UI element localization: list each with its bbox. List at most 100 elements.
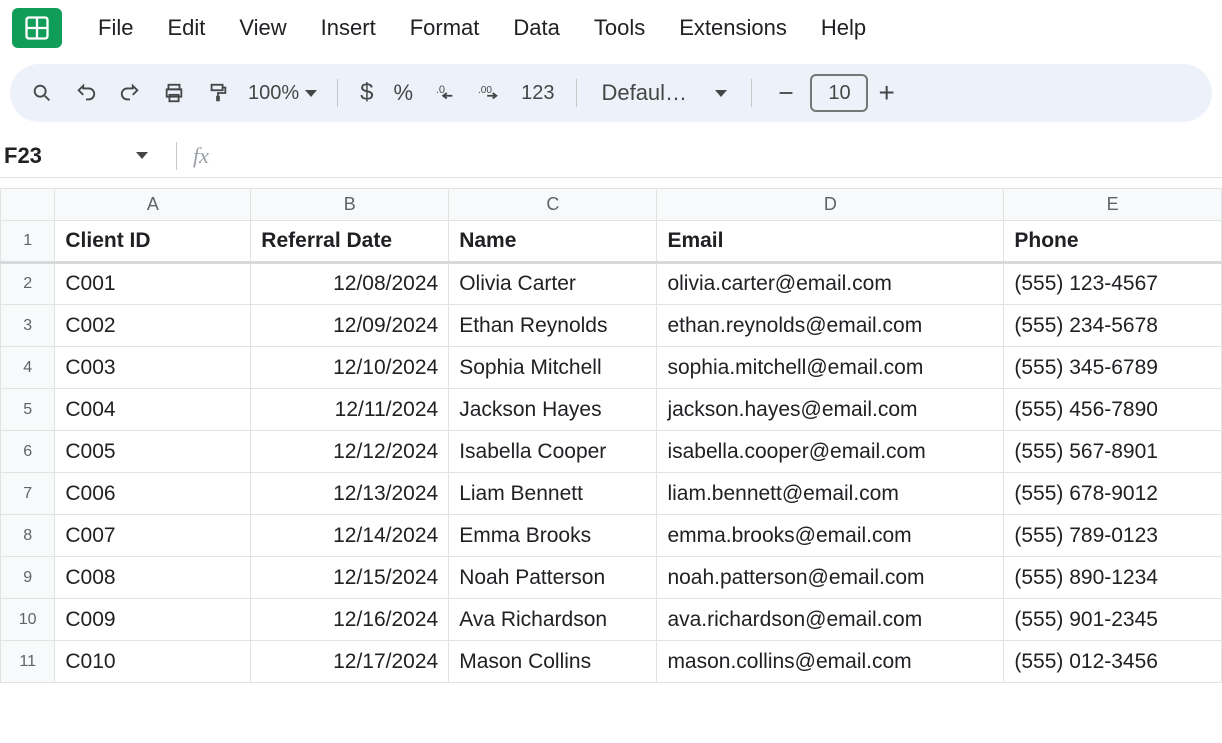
menu-file[interactable]: File: [82, 9, 149, 47]
cell[interactable]: Name: [449, 221, 657, 263]
menu-data[interactable]: Data: [497, 9, 575, 47]
print-button[interactable]: [154, 73, 194, 113]
cell[interactable]: 12/16/2024: [251, 599, 449, 641]
menu-view[interactable]: View: [223, 9, 302, 47]
cell[interactable]: 12/11/2024: [251, 389, 449, 431]
row-header-5[interactable]: 5: [1, 389, 55, 431]
formula-bar-input[interactable]: [209, 134, 1222, 177]
cell[interactable]: Olivia Carter: [449, 263, 657, 305]
increase-fontsize-button[interactable]: +: [872, 77, 900, 109]
column-header-B[interactable]: B: [251, 189, 449, 221]
cell[interactable]: C003: [55, 347, 251, 389]
cell[interactable]: Referral Date: [251, 221, 449, 263]
cell[interactable]: Noah Patterson: [449, 557, 657, 599]
cell[interactable]: (555) 456-7890: [1004, 389, 1222, 431]
row-header-2[interactable]: 2: [1, 263, 55, 305]
cell[interactable]: Sophia Mitchell: [449, 347, 657, 389]
cell[interactable]: C006: [55, 473, 251, 515]
cell[interactable]: 12/13/2024: [251, 473, 449, 515]
cell[interactable]: (555) 901-2345: [1004, 599, 1222, 641]
cell[interactable]: Ava Richardson: [449, 599, 657, 641]
cell[interactable]: C001: [55, 263, 251, 305]
spreadsheet-grid[interactable]: ABCDE 1Client IDReferral DateNameEmailPho…: [0, 188, 1222, 683]
cell[interactable]: emma.brooks@email.com: [657, 515, 1004, 557]
row-header-7[interactable]: 7: [1, 473, 55, 515]
cell[interactable]: C007: [55, 515, 251, 557]
undo-button[interactable]: [66, 73, 106, 113]
cell[interactable]: ava.richardson@email.com: [657, 599, 1004, 641]
cell[interactable]: (555) 789-0123: [1004, 515, 1222, 557]
zoom-dropdown[interactable]: 100%: [242, 82, 323, 105]
format-percent-button[interactable]: %: [386, 80, 422, 106]
increase-decimal-button[interactable]: .00: [469, 73, 509, 113]
row-header-4[interactable]: 4: [1, 347, 55, 389]
search-button[interactable]: [22, 73, 62, 113]
cell[interactable]: Client ID: [55, 221, 251, 263]
column-header-D[interactable]: D: [657, 189, 1004, 221]
row-header-3[interactable]: 3: [1, 305, 55, 347]
row-header-9[interactable]: 9: [1, 557, 55, 599]
cell[interactable]: C008: [55, 557, 251, 599]
menu-format[interactable]: Format: [394, 9, 496, 47]
cell[interactable]: C009: [55, 599, 251, 641]
cell[interactable]: Phone: [1004, 221, 1222, 263]
cell[interactable]: (555) 567-8901: [1004, 431, 1222, 473]
cell[interactable]: 12/14/2024: [251, 515, 449, 557]
row-header-1[interactable]: 1: [1, 221, 55, 263]
cell[interactable]: (555) 234-5678: [1004, 305, 1222, 347]
cell[interactable]: 12/17/2024: [251, 641, 449, 683]
row-header-10[interactable]: 10: [1, 599, 55, 641]
menu-insert[interactable]: Insert: [305, 9, 392, 47]
cell[interactable]: Liam Bennett: [449, 473, 657, 515]
cell[interactable]: 12/09/2024: [251, 305, 449, 347]
column-header-C[interactable]: C: [449, 189, 657, 221]
cell[interactable]: Emma Brooks: [449, 515, 657, 557]
cell[interactable]: sophia.mitchell@email.com: [657, 347, 1004, 389]
column-header-E[interactable]: E: [1004, 189, 1222, 221]
column-header-A[interactable]: A: [55, 189, 251, 221]
row-header-8[interactable]: 8: [1, 515, 55, 557]
cell[interactable]: Isabella Cooper: [449, 431, 657, 473]
font-dropdown[interactable]: Defaul…: [591, 80, 737, 106]
cell[interactable]: ethan.reynolds@email.com: [657, 305, 1004, 347]
row-header-6[interactable]: 6: [1, 431, 55, 473]
cell[interactable]: 12/10/2024: [251, 347, 449, 389]
cell[interactable]: noah.patterson@email.com: [657, 557, 1004, 599]
cell[interactable]: (555) 012-3456: [1004, 641, 1222, 683]
cell[interactable]: C005: [55, 431, 251, 473]
menu-edit[interactable]: Edit: [151, 9, 221, 47]
cell[interactable]: C002: [55, 305, 251, 347]
decrease-fontsize-button[interactable]: [766, 73, 806, 113]
cell[interactable]: 12/12/2024: [251, 431, 449, 473]
cell[interactable]: (555) 123-4567: [1004, 263, 1222, 305]
cell[interactable]: jackson.hayes@email.com: [657, 389, 1004, 431]
cell[interactable]: C004: [55, 389, 251, 431]
cell[interactable]: C010: [55, 641, 251, 683]
paint-format-button[interactable]: [198, 73, 238, 113]
cell[interactable]: liam.bennett@email.com: [657, 473, 1004, 515]
cell[interactable]: (555) 890-1234: [1004, 557, 1222, 599]
cell[interactable]: (555) 678-9012: [1004, 473, 1222, 515]
cell[interactable]: 12/08/2024: [251, 263, 449, 305]
cell[interactable]: Ethan Reynolds: [449, 305, 657, 347]
cell[interactable]: Email: [657, 221, 1004, 263]
cell[interactable]: isabella.cooper@email.com: [657, 431, 1004, 473]
menu-extensions[interactable]: Extensions: [663, 9, 803, 47]
redo-button[interactable]: [110, 73, 150, 113]
menu-help[interactable]: Help: [805, 9, 882, 47]
cell[interactable]: 12/15/2024: [251, 557, 449, 599]
decrease-decimal-button[interactable]: .0: [425, 73, 465, 113]
menu-tools[interactable]: Tools: [578, 9, 661, 47]
font-size-input[interactable]: 10: [810, 74, 868, 112]
row-header-11[interactable]: 11: [1, 641, 55, 683]
select-all-corner[interactable]: [1, 189, 55, 221]
cell[interactable]: Jackson Hayes: [449, 389, 657, 431]
format-123-button[interactable]: 123: [513, 82, 562, 105]
name-box[interactable]: F23: [0, 143, 160, 169]
cell[interactable]: (555) 345-6789: [1004, 347, 1222, 389]
cell[interactable]: Mason Collins: [449, 641, 657, 683]
format-currency-button[interactable]: $: [352, 79, 381, 107]
cell[interactable]: mason.collins@email.com: [657, 641, 1004, 683]
cell[interactable]: olivia.carter@email.com: [657, 263, 1004, 305]
sheets-app-icon[interactable]: [12, 8, 62, 48]
